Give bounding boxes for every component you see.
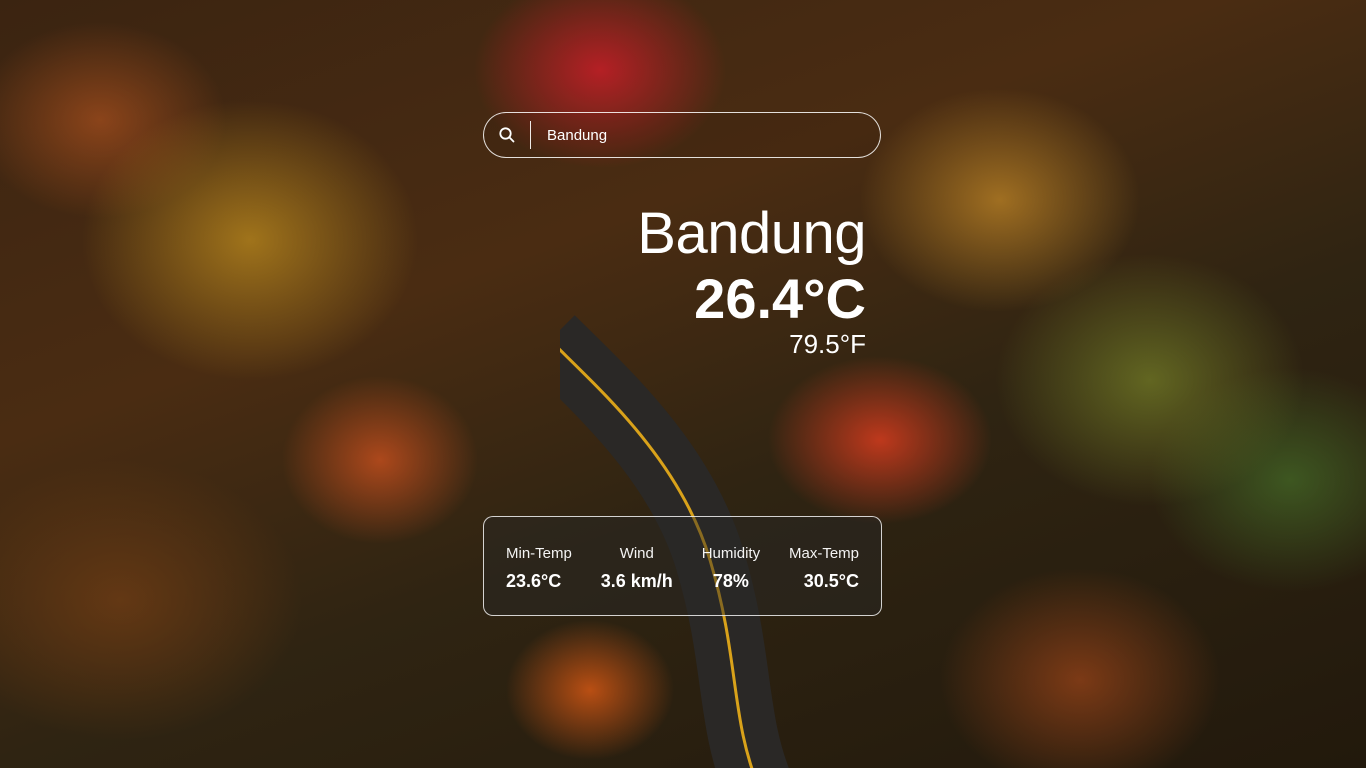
weather-details-panel: Min-Temp 23.6°C Wind 3.6 km/h Humidity 7… bbox=[483, 516, 882, 616]
city-name: Bandung bbox=[637, 201, 866, 266]
min-temp-stat: Min-Temp 23.6°C bbox=[506, 544, 572, 615]
background-forest-image: Bandung 26.4°C 79.5°F Min-Temp 23.6°C Wi… bbox=[0, 0, 1366, 768]
humidity-stat: Humidity 78% bbox=[702, 544, 760, 615]
max-temp-stat: Max-Temp 30.5°C bbox=[789, 544, 859, 615]
max-temp-value: 30.5°C bbox=[803, 571, 859, 591]
max-temp-label: Max-Temp bbox=[788, 545, 859, 562]
min-temp-label: Min-Temp bbox=[506, 545, 572, 562]
wind-stat: Wind 3.6 km/h bbox=[601, 544, 673, 615]
current-weather: Bandung 26.4°C 79.5°F bbox=[520, 198, 866, 360]
search-divider bbox=[530, 121, 531, 149]
wind-label: Wind bbox=[619, 545, 654, 562]
humidity-value: 78% bbox=[712, 571, 749, 591]
search-input[interactable] bbox=[547, 120, 880, 150]
search-bar bbox=[483, 112, 881, 158]
search-icon[interactable] bbox=[484, 112, 530, 158]
wind-value: 3.6 km/h bbox=[600, 571, 673, 591]
temperature-celsius: 26.4°C bbox=[694, 267, 866, 330]
min-temp-value: 23.6°C bbox=[506, 571, 562, 591]
humidity-label: Humidity bbox=[701, 545, 761, 562]
temperature-fahrenheit: 79.5°F bbox=[789, 329, 866, 359]
